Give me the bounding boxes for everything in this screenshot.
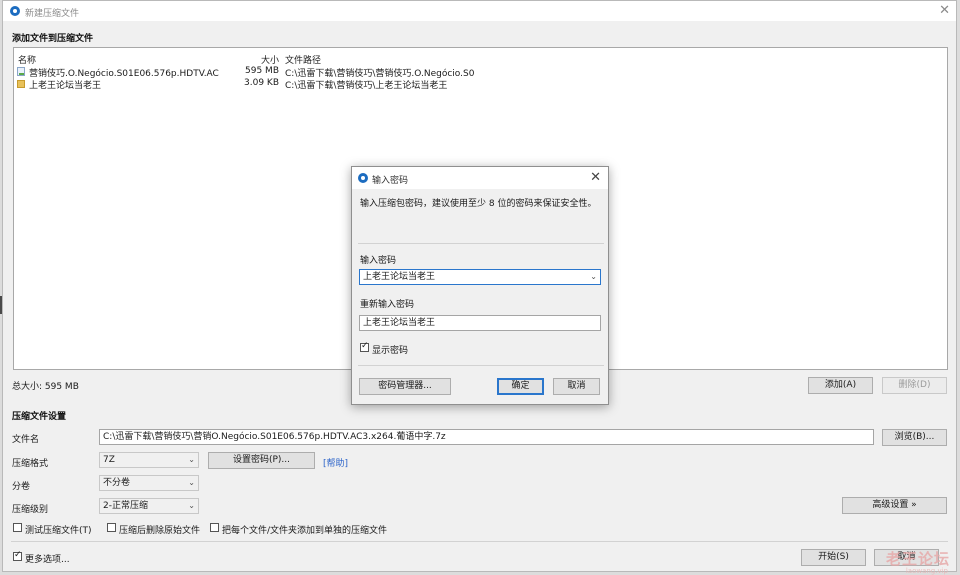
confirm-password-label: 重新输入密码 <box>360 300 415 310</box>
add-button[interactable]: 添加(A) <box>808 377 873 394</box>
dialog-title: 输入密码 <box>372 176 409 186</box>
column-name-header[interactable]: 名称 <box>18 53 36 66</box>
settings-section-heading: 压缩文件设置 <box>12 412 67 422</box>
window-title: 新建压缩文件 <box>25 9 80 19</box>
password-value: 上老王论坛当老王 <box>363 272 436 282</box>
file-name: 上老王论坛当老王 <box>29 81 102 91</box>
divider <box>358 243 604 244</box>
chevron-down-icon[interactable]: ⌄ <box>590 270 597 284</box>
browse-button[interactable]: 浏览(B)... <box>882 429 947 446</box>
file-size: 595 MB <box>245 66 279 76</box>
delete-source-label: 压缩后删除原始文件 <box>119 526 201 536</box>
watermark-url: laowang.vip <box>905 567 948 575</box>
file-icon <box>17 67 25 76</box>
app-logo-icon <box>10 6 20 16</box>
volume-label: 分卷 <box>12 482 31 492</box>
divider <box>358 365 604 366</box>
test-archive-label: 测试压缩文件(T) <box>25 526 92 536</box>
column-path-header[interactable]: 文件路径 <box>285 53 321 66</box>
confirm-password-input[interactable]: 上老王论坛当老王 <box>359 315 601 331</box>
close-icon[interactable]: ✕ <box>939 3 950 18</box>
table-row[interactable]: 营销伎巧.O.Negócio.S01E06.576p.HDTV.AC3.... … <box>14 66 484 79</box>
password-dialog: 输入密码 ✕ 输入压缩包密码，建议使用至少 8 位的密码来保证安全性。 输入密码… <box>351 166 609 405</box>
chevron-down-icon: ⌄ <box>188 478 195 487</box>
dialog-title-bar: 输入密码 ✕ <box>352 167 608 189</box>
password-input[interactable]: 上老王论坛当老王 ⌄ <box>359 269 601 285</box>
dialog-cancel-button[interactable]: 取消 <box>553 378 600 395</box>
test-archive-checkbox[interactable] <box>13 523 22 532</box>
more-options-checkbox[interactable] <box>13 550 22 561</box>
files-section-heading: 添加文件到压缩文件 <box>12 34 94 44</box>
more-options-label: 更多选项... <box>25 555 70 565</box>
filename-label: 文件名 <box>12 435 40 445</box>
show-password-checkbox[interactable] <box>360 341 369 352</box>
chevron-down-icon: ⌄ <box>188 455 195 464</box>
start-button[interactable]: 开始(S) <box>801 549 866 566</box>
volume-select[interactable]: 不分卷 ⌄ <box>99 475 199 491</box>
set-password-button[interactable]: 设置密码(P)... <box>208 452 315 469</box>
title-bar: 新建压缩文件 ✕ <box>3 1 956 21</box>
table-row[interactable]: 上老王论坛当老王 3.09 KB C:\迅雷下载\营销伎巧\上老王论坛当老王 <box>14 78 484 91</box>
level-label: 压缩级别 <box>12 505 49 515</box>
advanced-settings-button[interactable]: 高级设置 » <box>842 497 947 514</box>
help-link[interactable]: [帮助] <box>323 456 348 469</box>
filename-field[interactable]: C:\迅雷下载\营销伎巧\营销O.Negócio.S01E06.576p.HDT… <box>99 429 874 445</box>
level-value: 2-正常压缩 <box>103 501 148 511</box>
separate-archives-label: 把每个文件/文件夹添加到单独的压缩文件 <box>222 526 388 536</box>
app-logo-icon <box>358 173 368 183</box>
level-select[interactable]: 2-正常压缩 ⌄ <box>99 498 199 514</box>
divider <box>11 541 948 542</box>
total-size: 总大小: 595 MB <box>12 382 79 392</box>
file-size: 3.09 KB <box>244 78 279 88</box>
format-select[interactable]: 7Z ⌄ <box>99 452 199 468</box>
dialog-description: 输入压缩包密码，建议使用至少 8 位的密码来保证安全性。 <box>360 199 597 209</box>
column-size-header[interactable]: 大小 <box>261 53 279 66</box>
close-icon[interactable]: ✕ <box>590 170 601 185</box>
file-path: C:\迅雷下载\营销伎巧\上老王论坛当老王 <box>285 81 448 91</box>
folder-icon <box>17 80 25 88</box>
volume-value: 不分卷 <box>103 478 131 488</box>
format-label: 压缩格式 <box>12 459 49 469</box>
delete-source-checkbox[interactable] <box>107 523 116 532</box>
chevron-down-icon: ⌄ <box>188 501 195 510</box>
password-label: 输入密码 <box>360 256 397 266</box>
separate-archives-checkbox[interactable] <box>210 523 219 532</box>
ok-button[interactable]: 确定 <box>497 378 544 395</box>
format-value: 7Z <box>103 455 115 465</box>
watermark: 老王论坛 <box>885 550 950 568</box>
show-password-label: 显示密码 <box>372 346 409 356</box>
password-manager-button[interactable]: 密码管理器... <box>359 378 451 395</box>
delete-button[interactable]: 删除(D) <box>882 377 947 394</box>
